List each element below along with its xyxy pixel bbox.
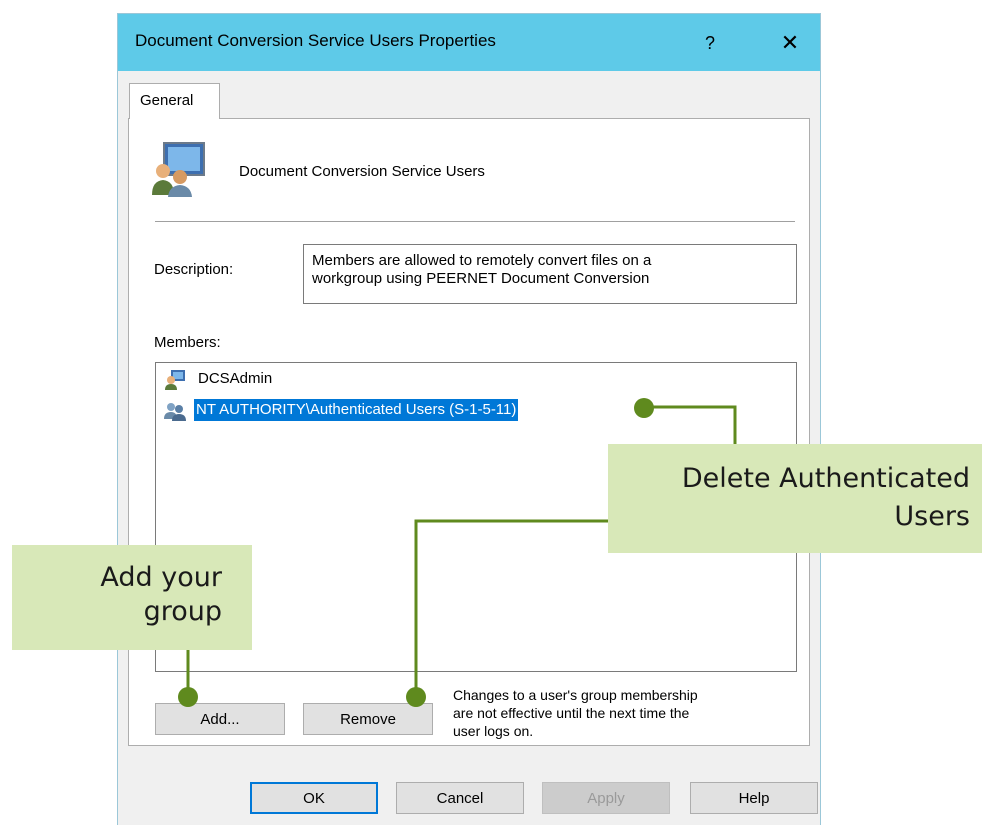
callout-add-line-2: group (143, 596, 222, 627)
remove-button[interactable]: Remove (303, 703, 433, 735)
window-title: Document Conversion Service Users Proper… (135, 31, 496, 50)
callout-add-group: Add your group (12, 545, 252, 650)
note-line-1: Changes to a user's group membership (453, 687, 698, 703)
callout-delete-users: Delete Authenticated Users (608, 444, 982, 553)
close-button[interactable]: ✕ (770, 24, 810, 62)
callout-add-line-1: Add your (100, 562, 222, 593)
members-label: Members: (154, 334, 221, 351)
ok-button[interactable]: OK (250, 782, 378, 814)
note-line-2: are not effective until the next time th… (453, 705, 690, 721)
description-field[interactable]: Members are allowed to remotely convert … (303, 244, 797, 304)
note-line-3: user logs on. (453, 723, 534, 739)
add-button[interactable]: Add... (155, 703, 285, 735)
callout-delete-line-1: Delete Authenticated (681, 463, 970, 494)
help-button[interactable]: Help (690, 782, 818, 814)
user-icon (165, 370, 185, 390)
description-line-2: workgroup using PEERNET Document Convers… (312, 270, 650, 287)
apply-button[interactable]: Apply (542, 782, 670, 814)
tab-general[interactable]: General (129, 83, 220, 119)
cancel-button[interactable]: Cancel (396, 782, 524, 814)
member-name: DCSAdmin (198, 370, 273, 387)
properties-dialog: Document Conversion Service Users Proper… (117, 13, 821, 825)
general-panel: Document Conversion Service Users Descri… (128, 118, 810, 746)
user-group-icon (152, 142, 205, 197)
callout-delete-line-2: Users (894, 501, 970, 532)
help-title-button[interactable]: ? (690, 24, 730, 62)
group-icon (164, 403, 186, 421)
separator (155, 221, 795, 222)
membership-note: Changes to a user's group membership are… (453, 686, 793, 740)
group-name: Document Conversion Service Users (239, 163, 485, 180)
description-line-1: Members are allowed to remotely convert … (312, 252, 652, 269)
title-bar[interactable]: Document Conversion Service Users Proper… (118, 14, 820, 71)
description-label: Description: (154, 261, 234, 278)
member-name: NT AUTHORITY\Authenticated Users (S-1-5-… (194, 399, 519, 421)
